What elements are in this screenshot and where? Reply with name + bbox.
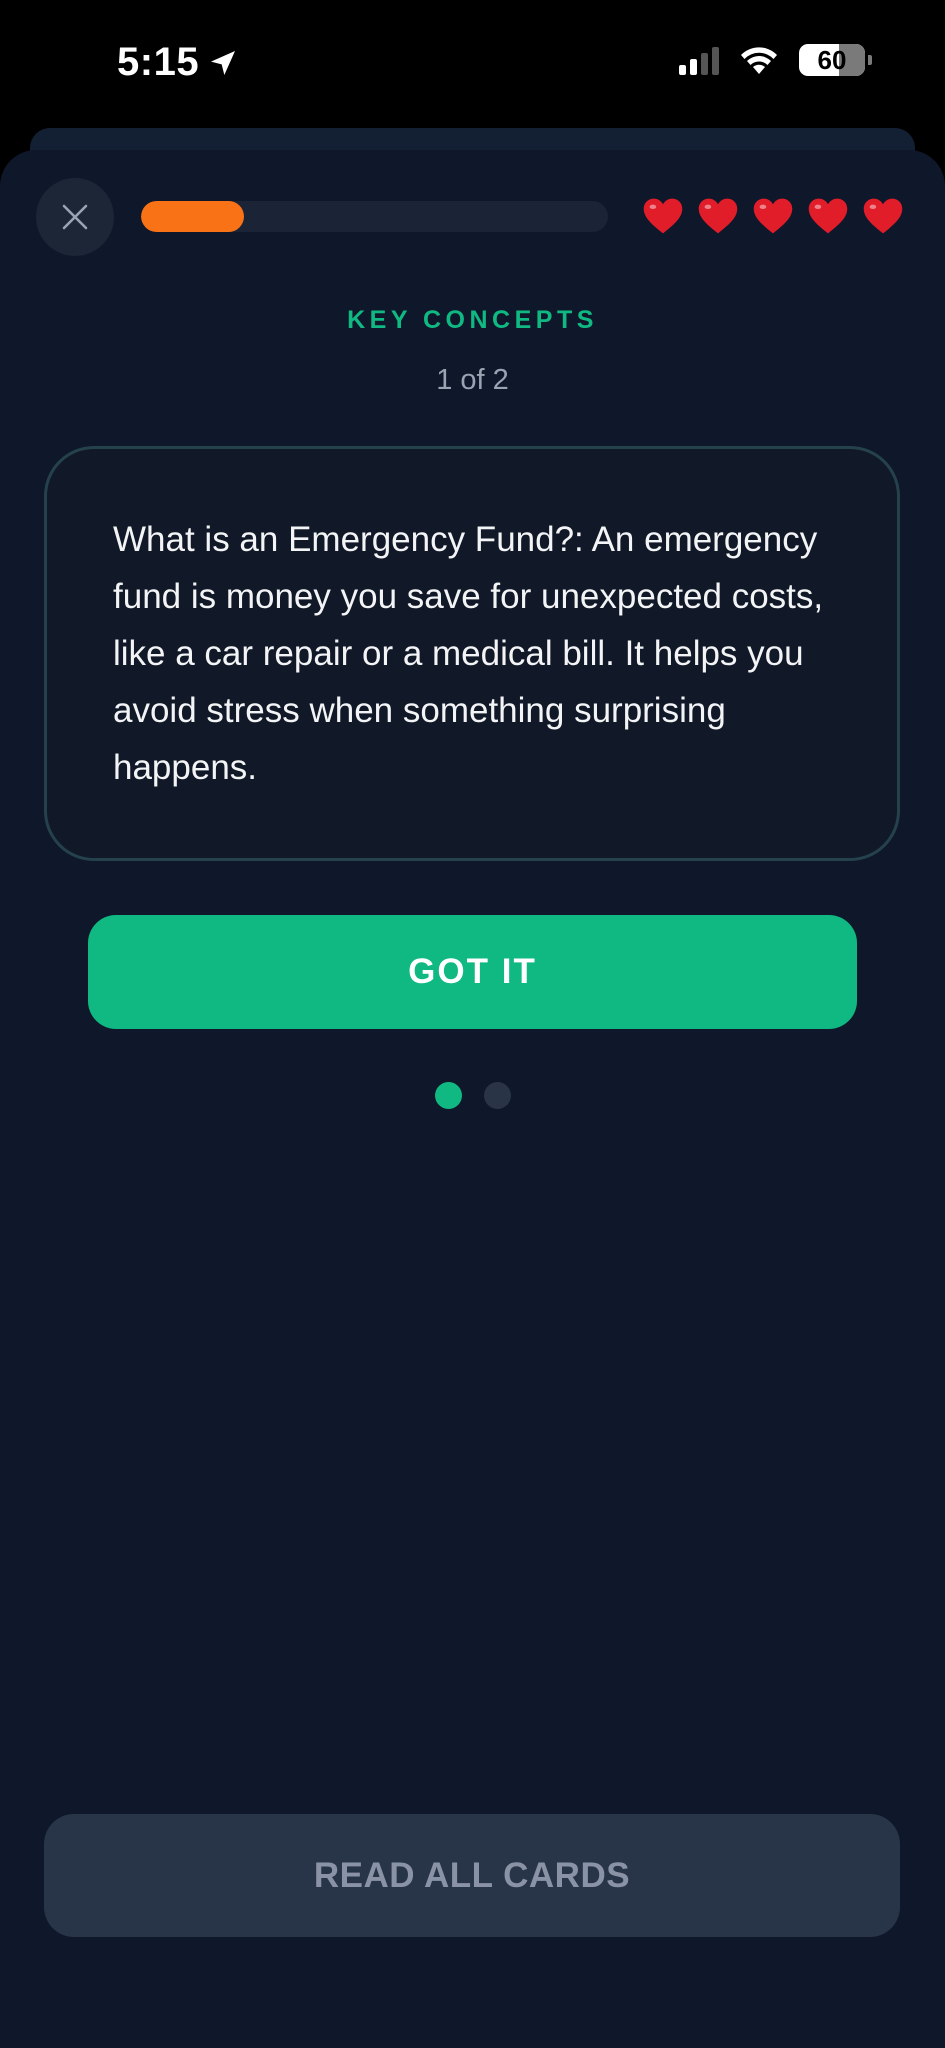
heart-icon [808, 198, 848, 234]
concept-text: What is an Emergency Fund?: An emergency… [113, 520, 824, 787]
battery-icon: 60 [799, 44, 872, 76]
lesson-sheet: KEY CONCEPTS 1 of 2 What is an Emergency… [0, 150, 945, 2048]
section-label: KEY CONCEPTS [347, 306, 598, 334]
pager-dots [0, 1082, 945, 1109]
pager-dot[interactable] [434, 1082, 462, 1109]
progress-fill [141, 201, 244, 232]
status-icons: 60 [679, 44, 872, 76]
wifi-icon [741, 47, 777, 74]
signal-icon [679, 45, 719, 75]
close-button[interactable] [36, 178, 114, 256]
progress-bar [141, 201, 608, 232]
card-counter: 1 of 2 [436, 364, 509, 396]
status-bar: 5:15 60 [0, 0, 945, 130]
battery-level: 60 [817, 44, 847, 75]
concept-card: What is an Emergency Fund?: An emergency… [44, 446, 900, 861]
heart-icon [863, 198, 903, 234]
heart-icon [753, 198, 793, 234]
pager-dot[interactable] [483, 1082, 511, 1109]
heart-icon [698, 198, 738, 234]
status-time-text: 5:15 [117, 40, 200, 84]
close-icon [62, 204, 88, 230]
read-all-cards-button[interactable]: READ ALL CARDS [44, 1814, 900, 1937]
location-arrow-icon [211, 50, 236, 75]
lives-hearts [641, 194, 905, 238]
got-it-button[interactable]: GOT IT [88, 915, 857, 1029]
heart-icon [643, 198, 683, 234]
status-time: 5:15 [117, 40, 239, 85]
